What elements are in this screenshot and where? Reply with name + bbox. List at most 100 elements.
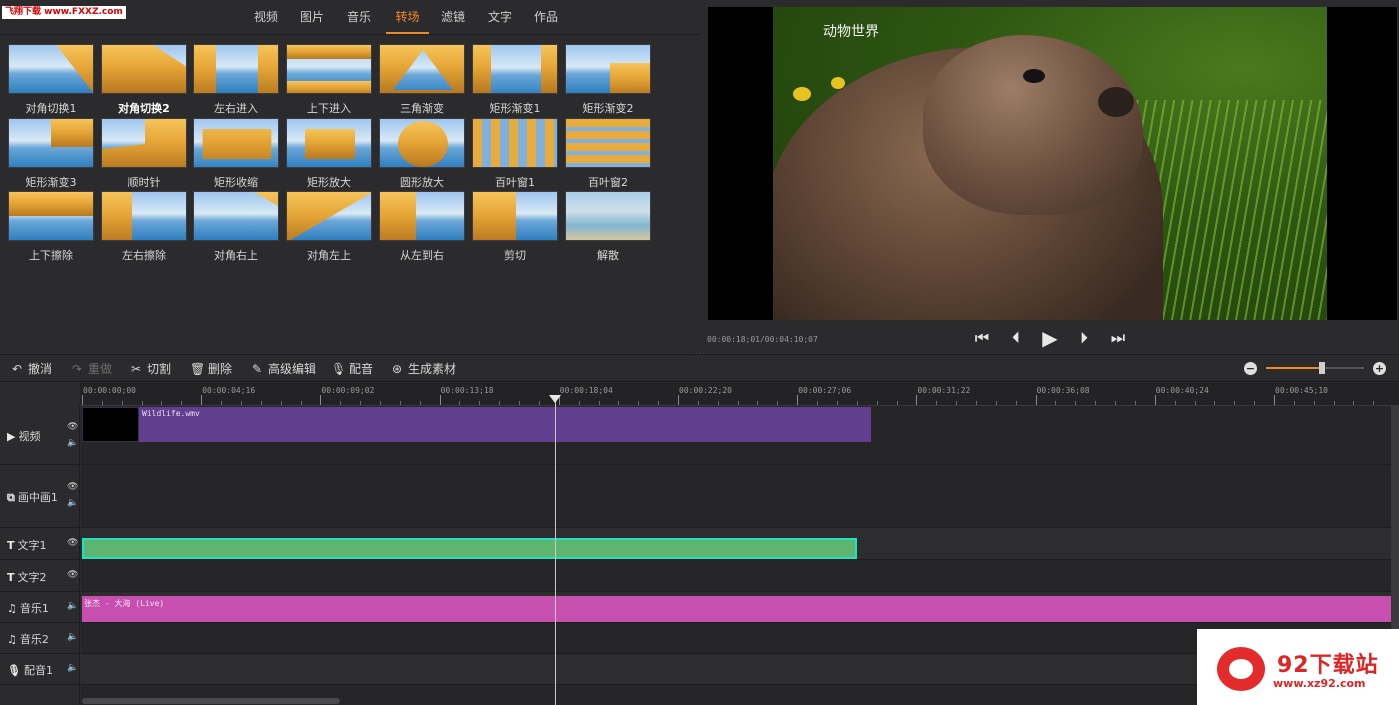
track-lane-pip[interactable] xyxy=(81,465,1399,528)
advanced-edit-button[interactable]: ✎ 高级编辑 xyxy=(250,355,316,383)
site-url: www.xz92.com xyxy=(1273,677,1366,690)
speaker-icon[interactable]: 🔈 xyxy=(67,498,78,508)
transition-item[interactable]: 圆形放大 xyxy=(379,118,465,190)
delete-button[interactable]: 🗑 删除 xyxy=(190,355,232,383)
transition-thumbnail xyxy=(379,44,465,94)
step-forward-icon[interactable]: ⏵ xyxy=(1074,328,1094,348)
transition-item[interactable]: 矩形收缩 xyxy=(193,118,279,190)
speaker-icon[interactable]: 🔈 xyxy=(67,663,78,673)
transition-item[interactable]: 百叶窗2 xyxy=(565,118,651,190)
advanced-edit-label: 高级编辑 xyxy=(268,362,317,376)
trash-icon: 🗑 xyxy=(190,362,206,376)
transition-item[interactable]: 解散 xyxy=(565,191,651,263)
transition-item[interactable]: 顺时针 xyxy=(101,118,187,190)
undo-icon: ↶ xyxy=(11,362,23,376)
undo-button[interactable]: ↶ 撤消 xyxy=(10,355,52,383)
timeline-ruler[interactable]: 00:00:00;00 00:00:04;16 00:00:09;02 00:00:1… xyxy=(80,383,1399,406)
ruler-major-tick xyxy=(1154,395,1156,405)
skip-end-icon[interactable]: ⏭ xyxy=(1108,328,1128,348)
zoom-in-icon[interactable]: + xyxy=(1373,362,1386,375)
transition-thumbnail xyxy=(101,191,187,241)
voiceover-label: 配音 xyxy=(349,362,374,376)
generate-asset-button[interactable]: ⊛ 生成素材 xyxy=(390,355,456,383)
transition-item[interactable]: 矩形放大 xyxy=(286,118,372,190)
transition-item[interactable]: 矩形渐变2 xyxy=(565,44,651,116)
speaker-icon[interactable]: 🔈 xyxy=(67,438,78,448)
tab-text[interactable]: 文字 xyxy=(482,0,518,34)
transition-item[interactable]: 百叶窗1 xyxy=(472,118,558,190)
ruler-major-tick xyxy=(1274,395,1275,405)
transition-label: 矩形放大 xyxy=(307,176,351,189)
ruler-tick-label: 00:00:04;16 xyxy=(202,386,256,395)
ruler-major-tick xyxy=(201,395,203,405)
transition-item[interactable]: 从左到右 xyxy=(379,191,465,263)
pencil-icon: ✎ xyxy=(251,362,263,376)
tab-works[interactable]: 作品 xyxy=(528,0,564,34)
transition-item[interactable]: 对角切换2 xyxy=(101,44,187,116)
transition-item[interactable]: 矩形渐变1 xyxy=(472,44,558,116)
transition-item[interactable]: 左右进入 xyxy=(193,44,279,116)
track-lane-text2[interactable] xyxy=(81,560,1399,592)
play-icon[interactable]: ▶ xyxy=(1040,328,1060,348)
transition-label: 三角渐变 xyxy=(400,102,444,115)
marmot-eye xyxy=(1023,69,1045,83)
music-clip[interactable]: 张杰 - 大海 (Live) xyxy=(82,596,1391,622)
transition-item[interactable]: 上下进入 xyxy=(286,44,372,116)
timeline-horizontal-scrollbar[interactable] xyxy=(82,698,340,704)
cut-button[interactable]: ✂ 切割 xyxy=(129,355,171,383)
eye-icon[interactable]: 👁 xyxy=(67,570,78,580)
eye-icon[interactable]: 👁 xyxy=(67,538,78,548)
tab-filter[interactable]: 滤镜 xyxy=(435,0,471,34)
tab-image[interactable]: 图片 xyxy=(294,0,330,34)
monkey-logo-icon xyxy=(1217,647,1265,691)
transition-item[interactable]: 对角切换1 xyxy=(8,44,94,116)
transition-item[interactable]: 左右擦除 xyxy=(101,191,187,263)
text-clip[interactable] xyxy=(82,538,857,559)
ruler-major-tick xyxy=(439,395,441,405)
eye-icon[interactable]: 👁 xyxy=(67,422,78,432)
ruler-major-tick xyxy=(797,395,799,405)
playhead-line[interactable] xyxy=(555,395,556,705)
transition-item[interactable]: 三角渐变 xyxy=(379,44,465,116)
tab-music[interactable]: 音乐 xyxy=(341,0,377,34)
track-header-text2: T 文字2 👁 xyxy=(0,560,80,592)
zoom-slider-handle[interactable] xyxy=(1318,362,1325,374)
playhead-handle[interactable] xyxy=(549,395,561,403)
transition-item[interactable]: 矩形渐变3 xyxy=(8,118,94,190)
zoom-slider[interactable] xyxy=(1266,362,1364,374)
video-clip[interactable]: Wildlife.wmv xyxy=(82,407,871,442)
transition-label: 上下擦除 xyxy=(29,249,73,262)
transition-label: 上下进入 xyxy=(307,102,351,115)
music-note-icon: ♫ xyxy=(7,602,17,615)
step-back-icon[interactable]: ⏴ xyxy=(1006,328,1026,348)
track-label: 文字1 xyxy=(17,539,47,552)
transition-thumbnail xyxy=(565,44,651,94)
voiceover-button[interactable]: 🎙 配音 xyxy=(331,355,373,383)
video-editor-window: 视频 图片 音乐 转场 滤镜 文字 作品 飞翔下载 www.FXXZ.com 对… xyxy=(0,0,1399,705)
transition-item[interactable]: 对角右上 xyxy=(193,191,279,263)
speaker-icon[interactable]: 🔈 xyxy=(67,632,78,642)
transition-label: 解散 xyxy=(597,249,619,262)
skip-start-icon[interactable]: ⏮ xyxy=(972,328,992,348)
redo-button[interactable]: ↷ 重做 xyxy=(70,355,112,383)
eye-icon[interactable]: 👁 xyxy=(67,482,78,492)
transition-item[interactable]: 对角左上 xyxy=(286,191,372,263)
generate-asset-label: 生成素材 xyxy=(408,362,457,376)
zoom-out-icon[interactable]: − xyxy=(1244,362,1257,375)
transition-thumbnail xyxy=(193,191,279,241)
transition-label: 矩形渐变3 xyxy=(25,176,77,189)
ruler-tick-label: 00:00:27;06 xyxy=(798,386,852,395)
transition-label: 左右擦除 xyxy=(122,249,166,262)
track-label: 配音1 xyxy=(23,664,53,677)
transition-item[interactable]: 剪切 xyxy=(472,191,558,263)
transition-label: 矩形渐变2 xyxy=(582,102,634,115)
tab-transition[interactable]: 转场 xyxy=(386,0,429,34)
transition-thumbnail xyxy=(8,118,94,168)
transition-item[interactable]: 上下擦除 xyxy=(8,191,94,263)
transition-label: 百叶窗1 xyxy=(495,176,535,189)
speaker-icon[interactable]: 🔈 xyxy=(67,601,78,611)
ruler-tick-label: 00:00:13;18 xyxy=(440,386,494,395)
tab-video[interactable]: 视频 xyxy=(248,0,284,34)
video-clip-name: Wildlife.wmv xyxy=(142,409,200,418)
music-clip-name: 张杰 - 大海 (Live) xyxy=(84,599,165,608)
